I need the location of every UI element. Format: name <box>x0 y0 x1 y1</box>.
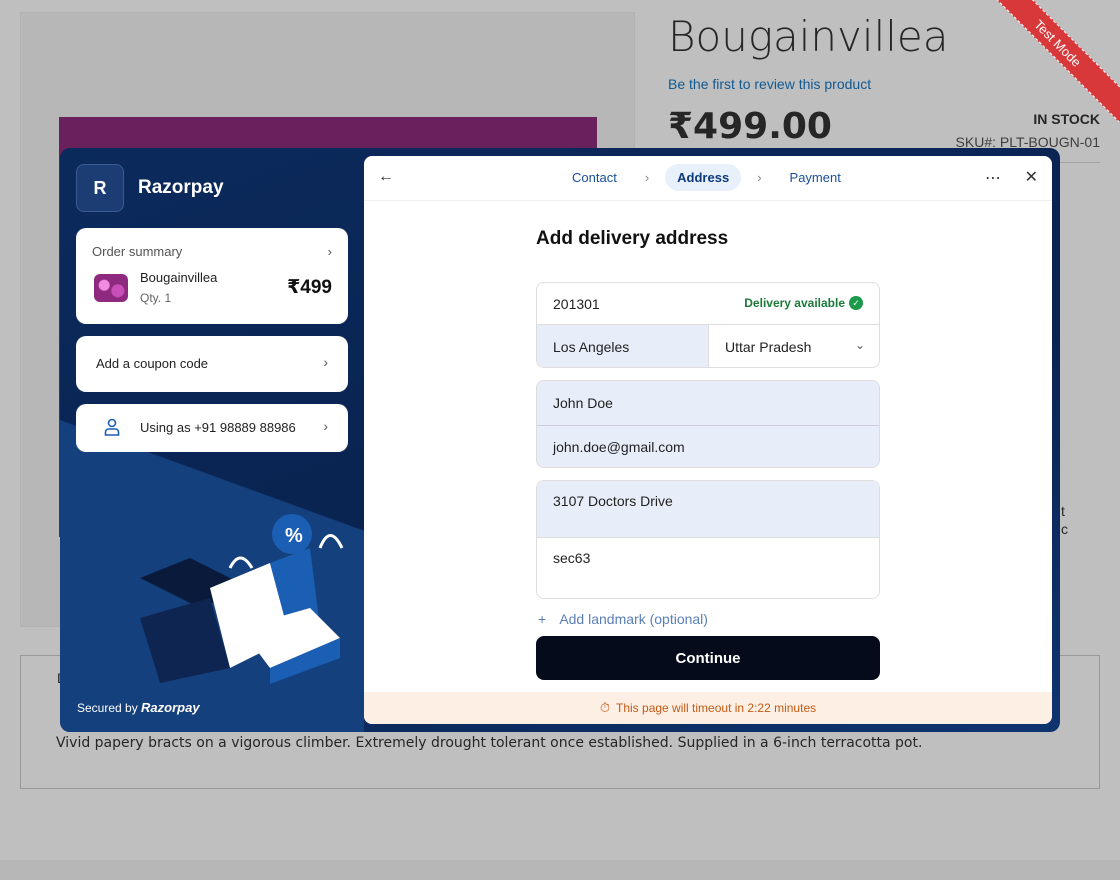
landmark-label: Add landmark (optional) <box>559 611 708 627</box>
order-summary-card[interactable]: Order summary › Bougainvillea Qty. 1 ₹49… <box>76 228 348 324</box>
city-field[interactable]: Los Angeles <box>537 325 709 367</box>
pincode-field[interactable]: 201301 Delivery available ✓ <box>537 283 879 325</box>
order-item-name: Bougainvillea <box>140 270 218 285</box>
timeout-banner: ⏱ This page will timeout in 2:22 minutes <box>364 692 1052 724</box>
add-landmark-button[interactable]: + Add landmark (optional) <box>538 611 708 627</box>
state-value: Uttar Pradesh <box>725 339 812 355</box>
check-circle-icon: ✓ <box>849 296 863 310</box>
user-label: Using as +91 98889 88986 <box>140 420 296 435</box>
checkout-steps: Contact › Address › Payment <box>560 164 853 191</box>
order-item-price: ₹499 <box>287 277 332 298</box>
merchant-name: Razorpay <box>138 177 224 198</box>
more-options-icon[interactable]: ⋯ <box>985 168 1002 188</box>
chevron-right-icon: › <box>644 170 650 185</box>
chevron-right-icon: › <box>323 354 328 370</box>
user-account-button[interactable]: Using as +91 98889 88986 › <box>76 404 348 452</box>
address-line2-field[interactable]: sec63 <box>537 538 879 598</box>
continue-button[interactable]: Continue <box>536 636 880 680</box>
chevron-right-icon: › <box>323 418 328 434</box>
name-value: John Doe <box>553 395 613 411</box>
tab-address[interactable]: Address <box>665 164 742 191</box>
address-group: 3107 Doctors Drive sec63 <box>536 480 880 599</box>
merchant-logo: R <box>76 164 124 212</box>
city-value: Los Angeles <box>553 339 630 355</box>
divider <box>537 425 879 426</box>
chevron-right-icon: › <box>327 244 332 259</box>
chevron-down-icon: ⌄ <box>854 338 865 352</box>
chevron-right-icon: › <box>757 170 762 185</box>
tab-payment[interactable]: Payment <box>778 164 853 191</box>
contact-group: John Doe john.doe@gmail.com <box>536 380 880 468</box>
email-value: john.doe@gmail.com <box>553 439 685 455</box>
location-group: 201301 Delivery available ✓ Los Angeles … <box>536 282 880 368</box>
address-line1-value: 3107 Doctors Drive <box>553 493 673 509</box>
pincode-value: 201301 <box>553 296 600 312</box>
address-line2-value: sec63 <box>553 550 591 566</box>
form-title: Add delivery address <box>536 228 729 249</box>
timer-icon: ⏱ <box>599 700 611 715</box>
order-item-qty: Qty. 1 <box>140 291 172 305</box>
checkout-header: ← Contact › Address › Payment ⋯ ✕ <box>364 156 1052 201</box>
tab-contact[interactable]: Contact <box>560 164 629 191</box>
timeout-text: This page will timeout in 2:22 minutes <box>616 701 817 715</box>
state-select[interactable]: Uttar Pradesh ⌄ <box>709 325 879 367</box>
plus-icon: + <box>538 611 547 627</box>
secured-by-footer: Secured by Razorpay <box>77 700 200 715</box>
coupon-button[interactable]: Add a coupon code › <box>76 336 348 392</box>
order-summary-label: Order summary <box>92 244 183 259</box>
address-line1-field[interactable]: 3107 Doctors Drive <box>537 481 879 538</box>
razorpay-logo: Razorpay <box>141 700 200 715</box>
shopping-illustration: % <box>140 514 344 684</box>
back-arrow-icon[interactable]: ← <box>378 168 394 186</box>
razorpay-checkout-modal: R Razorpay Order summary › Bougainvillea… <box>60 148 1060 732</box>
checkout-panel: ← Contact › Address › Payment ⋯ ✕ Add de… <box>364 156 1052 724</box>
user-icon <box>104 418 120 436</box>
delivery-status: Delivery available <box>744 296 845 310</box>
coupon-label: Add a coupon code <box>96 356 209 371</box>
secured-by-label: Secured by <box>77 701 138 715</box>
svg-text:%: % <box>285 525 303 547</box>
close-icon[interactable]: ✕ <box>1025 167 1038 187</box>
merchant-brand: R Razorpay <box>76 164 224 212</box>
product-thumbnail <box>94 274 128 302</box>
